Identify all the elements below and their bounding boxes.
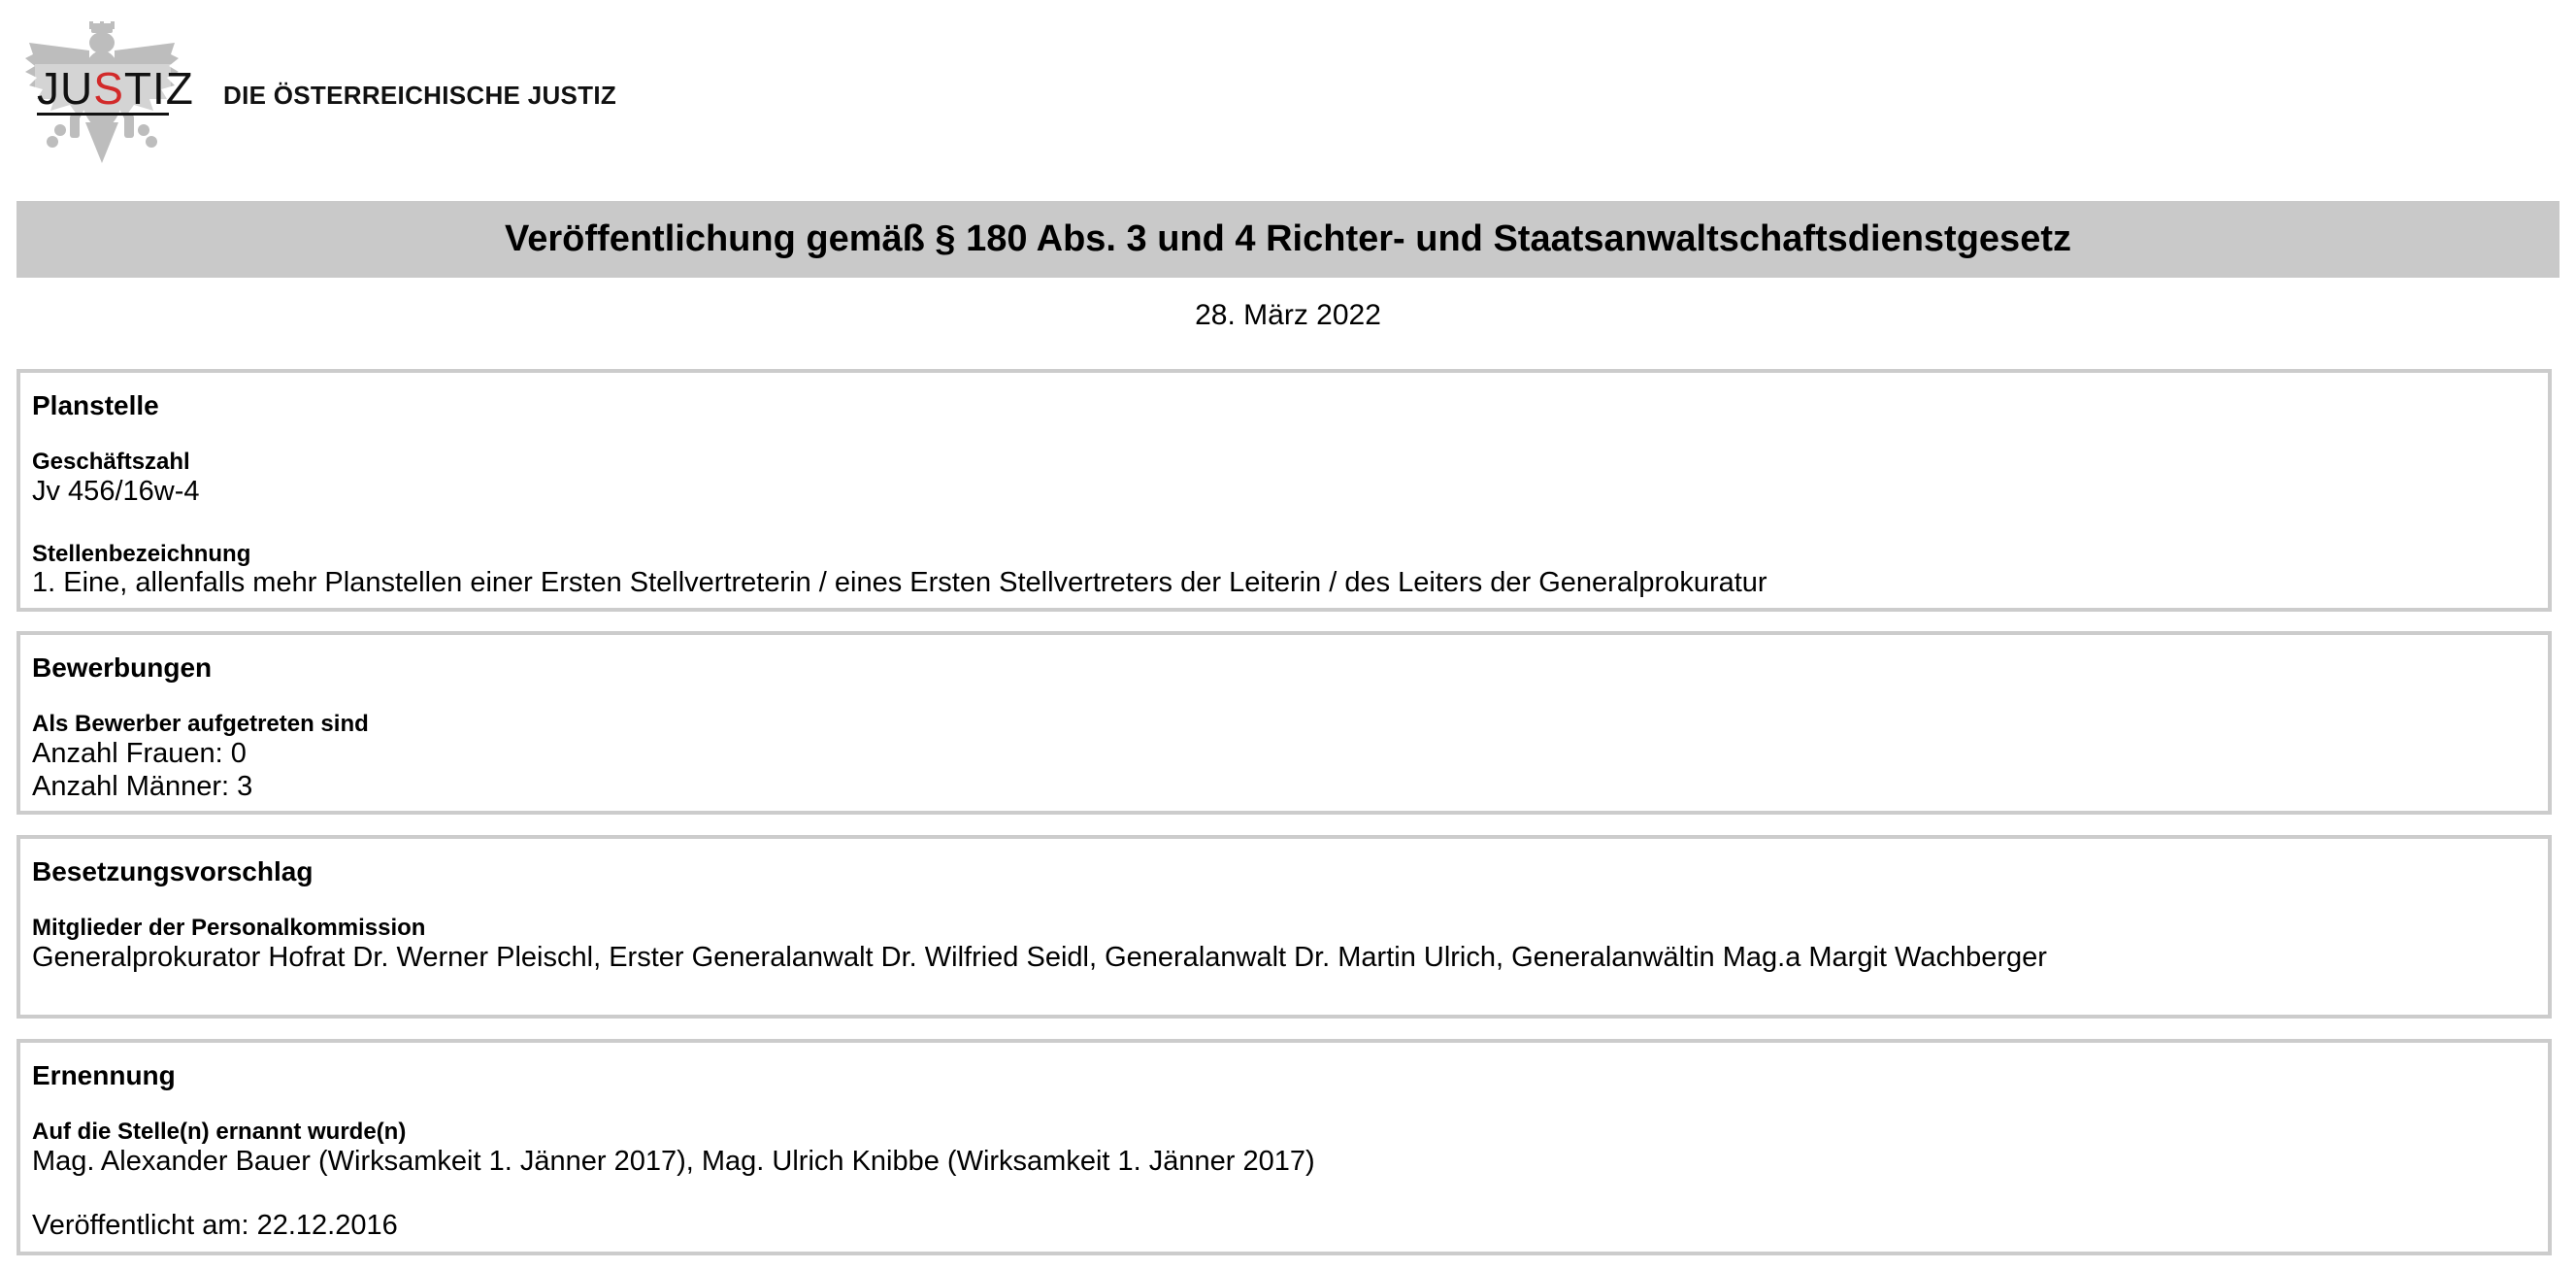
- personalkommission-value: Generalprokurator Hofrat Dr. Werner Plei…: [32, 942, 2047, 973]
- title-band: Veröffentlichung gemäß § 180 Abs. 3 und …: [17, 201, 2559, 278]
- logo-text-part: TIZ: [123, 63, 194, 114]
- publication-date: 28. März 2022: [1195, 299, 1381, 331]
- logo-text-part: JU: [37, 63, 94, 114]
- geschaeftszahl-value: Jv 456/16w-4: [32, 476, 200, 507]
- section-heading: Planstelle: [32, 390, 159, 420]
- page: JUSTIZ DIE ÖSTERREICHISCHE JUSTIZ Veröff…: [0, 0, 2576, 1270]
- stellenbezeichnung-label: Stellenbezeichnung: [32, 541, 251, 567]
- org-name: DIE ÖSTERREICHISCHE JUSTIZ: [223, 80, 617, 110]
- section-besetzungsvorschlag: Besetzungsvorschlag Mitglieder der Perso…: [17, 835, 2552, 1019]
- logo-underline: [37, 113, 169, 116]
- justiz-logo[interactable]: JUSTIZ: [21, 21, 193, 167]
- ernannt-label: Auf die Stelle(n) ernannt wurde(n): [32, 1119, 407, 1145]
- section-ernennung: Ernennung Auf die Stelle(n) ernannt wurd…: [17, 1039, 2552, 1255]
- geschaeftszahl-label: Geschäftszahl: [32, 449, 190, 475]
- logo-paragraph-s: S: [93, 63, 124, 114]
- section-heading: Ernennung: [32, 1060, 176, 1090]
- section-bewerbungen: Bewerbungen Als Bewerber aufgetreten sin…: [17, 631, 2552, 815]
- section-heading: Bewerbungen: [32, 652, 213, 683]
- section-planstelle: Planstelle Geschäftszahl Jv 456/16w-4 St…: [17, 369, 2552, 612]
- section-heading: Besetzungsvorschlag: [32, 856, 314, 886]
- site-header: JUSTIZ DIE ÖSTERREICHISCHE JUSTIZ: [21, 21, 616, 167]
- personalkommission-label: Mitglieder der Personalkommission: [32, 915, 426, 941]
- logo-wordmark: JUSTIZ: [37, 66, 194, 111]
- bewerber-label: Als Bewerber aufgetreten sind: [32, 711, 369, 737]
- veroeffentlicht-am: Veröffentlicht am: 22.12.2016: [32, 1210, 398, 1241]
- ernannt-value: Mag. Alexander Bauer (Wirksamkeit 1. Jän…: [32, 1146, 1315, 1177]
- anzahl-maenner: Anzahl Männer: 3: [32, 771, 253, 802]
- page-title: Veröffentlichung gemäß § 180 Abs. 3 und …: [505, 218, 2071, 259]
- anzahl-frauen: Anzahl Frauen: 0: [32, 738, 247, 769]
- stellenbezeichnung-value: 1. Eine, allenfalls mehr Planstellen ein…: [32, 567, 1767, 598]
